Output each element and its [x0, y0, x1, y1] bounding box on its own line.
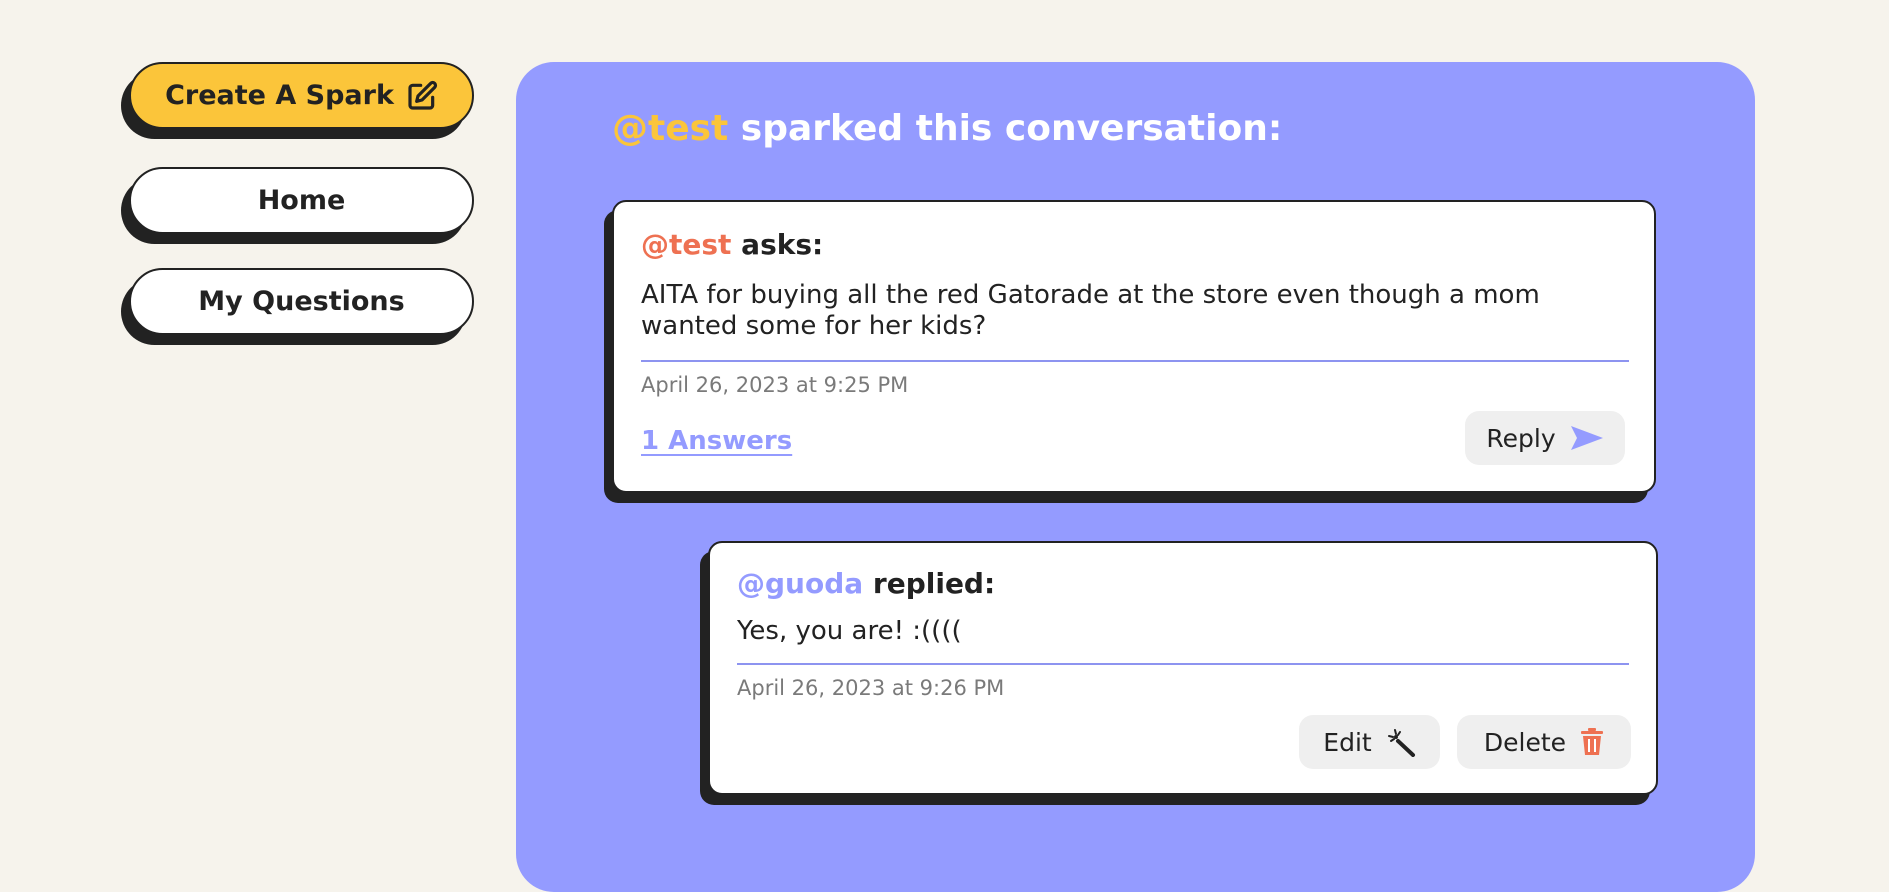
reply-divider: [737, 663, 1629, 665]
reply-verb: replied:: [863, 567, 996, 600]
create-spark-label: Create A Spark: [165, 80, 394, 111]
title-text: sparked this conversation:: [728, 108, 1283, 149]
home-label: Home: [257, 185, 346, 216]
question-verb: asks:: [731, 228, 824, 261]
reply-button[interactable]: Reply: [1465, 411, 1625, 465]
delete-label: Delete: [1483, 727, 1567, 757]
question-timestamp: April 26, 2023 at 9:25 PM: [641, 373, 909, 397]
question-divider: [641, 360, 1629, 362]
reply-username[interactable]: @guoda: [737, 567, 863, 600]
send-icon: [1570, 425, 1604, 451]
title-username[interactable]: @test: [612, 108, 728, 149]
reply-timestamp: April 26, 2023 at 9:26 PM: [737, 676, 1005, 700]
answers-count-link[interactable]: 1 Answers: [641, 426, 792, 456]
delete-button[interactable]: Delete: [1457, 715, 1631, 769]
edit-square-icon: [406, 80, 438, 112]
question-card: @test asks: AITA for buying all the red …: [612, 200, 1656, 493]
conversation-panel: @test sparked this conversation: @test a…: [516, 62, 1755, 892]
my-questions-label: My Questions: [198, 286, 405, 317]
question-username[interactable]: @test: [641, 228, 731, 261]
edit-label: Edit: [1323, 727, 1372, 757]
magic-wand-icon: [1386, 727, 1416, 757]
edit-button[interactable]: Edit: [1299, 715, 1440, 769]
home-button[interactable]: Home: [129, 167, 474, 234]
my-questions-button[interactable]: My Questions: [129, 268, 474, 335]
question-header: @test asks:: [641, 228, 823, 261]
reply-header: @guoda replied:: [737, 567, 995, 600]
reply-label: Reply: [1486, 423, 1556, 453]
page-title: @test sparked this conversation:: [612, 108, 1282, 149]
question-text: AITA for buying all the red Gatorade at …: [641, 280, 1540, 341]
create-spark-button[interactable]: Create A Spark: [129, 62, 474, 129]
home-button-wrap: Home: [121, 167, 478, 244]
reply-text: Yes, you are! :((((: [737, 616, 962, 646]
create-spark-button-wrap: Create A Spark: [121, 62, 478, 139]
my-questions-button-wrap: My Questions: [121, 268, 478, 345]
reply-card: @guoda replied: Yes, you are! :(((( Apri…: [708, 541, 1658, 795]
trash-icon: [1580, 728, 1604, 756]
